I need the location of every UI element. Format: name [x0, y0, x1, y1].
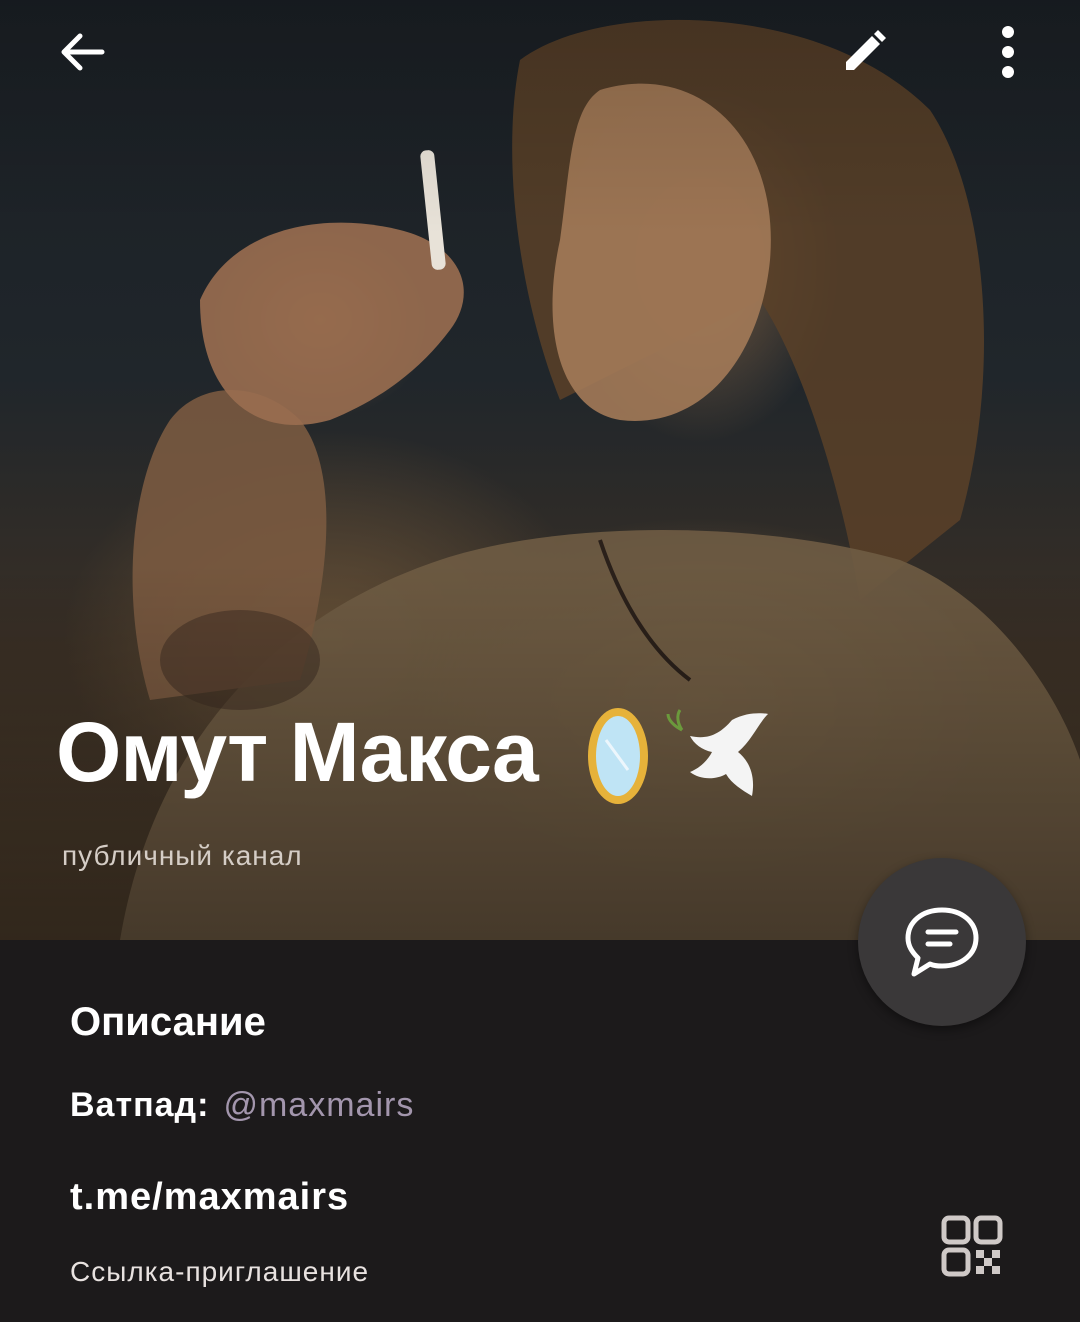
qr-code-icon[interactable]	[940, 1214, 1004, 1278]
chat-bubble-icon	[905, 907, 979, 977]
description-heading: Описание	[70, 1000, 266, 1044]
arrow-left-icon	[61, 33, 105, 71]
invite-link-caption: Ссылка-приглашение	[70, 1256, 370, 1287]
wattpad-handle-link[interactable]: @maxmairs	[223, 1086, 414, 1124]
dove-emoji	[666, 709, 768, 796]
title-emojis	[588, 708, 768, 804]
channel-type-label: публичный канал	[62, 840, 303, 871]
pencil-icon	[846, 30, 886, 70]
edit-button[interactable]	[832, 20, 896, 84]
more-options-button[interactable]	[976, 20, 1040, 84]
profile-cover-photo[interactable]: Омут Макса публичный канал	[0, 0, 1080, 940]
back-button[interactable]	[50, 20, 114, 84]
description-label: Ватпад:	[70, 1086, 210, 1124]
discussion-button[interactable]	[858, 858, 1026, 1026]
channel-title: Омут Макса	[56, 705, 539, 799]
mirror-emoji	[588, 708, 648, 804]
more-vertical-icon	[1002, 26, 1014, 78]
description-text: Ватпад: @maxmairs	[70, 1086, 414, 1125]
invite-link[interactable]: t.me/maxmairs	[70, 1176, 349, 1219]
